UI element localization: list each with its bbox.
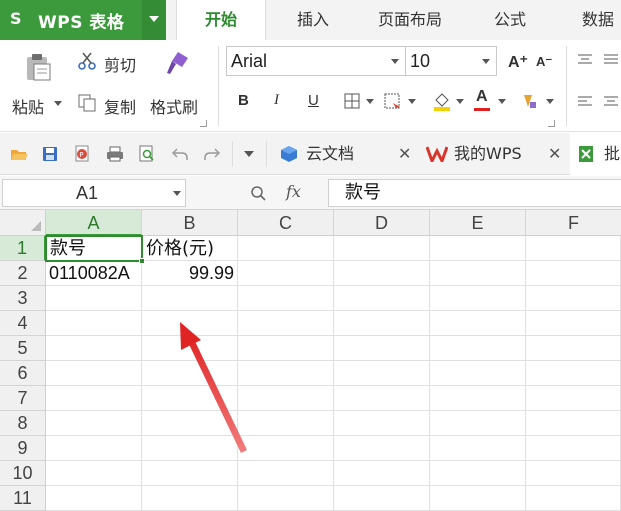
copy-button[interactable]: 复制 xyxy=(104,94,136,118)
scissors-icon xyxy=(78,52,96,70)
chevron-down-icon[interactable] xyxy=(366,99,374,105)
font-size-value: 10 xyxy=(410,51,431,71)
app-menu-button[interactable]: S WPS 表格 xyxy=(0,0,166,40)
bold-button[interactable]: B xyxy=(238,92,249,109)
clear-format-icon[interactable] xyxy=(518,92,538,110)
undo-icon[interactable] xyxy=(172,147,188,161)
tab-formula[interactable]: 公式 xyxy=(478,0,542,40)
font-dialog-launcher[interactable] xyxy=(548,120,555,127)
format-painter-button[interactable]: 格式刷 xyxy=(150,94,198,118)
open-folder-icon[interactable] xyxy=(10,147,28,161)
customize-toolbar-icon[interactable] xyxy=(244,151,254,158)
spreadsheet-grid: A B C D E F 1 2 3 4 5 6 7 8 9 10 11 款号 价… xyxy=(0,210,621,511)
toolbar-divider xyxy=(232,141,233,167)
app-menu-dropdown[interactable] xyxy=(142,0,166,40)
insert-function-button[interactable]: fx xyxy=(286,182,301,201)
app-name: WPS 表格 xyxy=(38,13,125,33)
svg-text:P: P xyxy=(79,151,83,159)
paste-button[interactable]: 粘贴 xyxy=(12,94,44,118)
chevron-down-icon[interactable] xyxy=(456,99,464,105)
chevron-down-icon xyxy=(149,16,159,22)
tab-data[interactable]: 数据 xyxy=(572,0,621,40)
chevron-down-icon[interactable] xyxy=(546,99,554,105)
ribbon-divider xyxy=(566,46,567,126)
clipboard-dialog-launcher[interactable] xyxy=(200,120,207,127)
print-icon[interactable] xyxy=(106,146,124,162)
save-icon[interactable] xyxy=(42,146,58,162)
quick-access-bar: P 云文档 ✕ 我的WPS ✕ 批 xyxy=(0,133,621,175)
tab-insert[interactable]: 插入 xyxy=(280,0,346,40)
close-icon[interactable]: ✕ xyxy=(548,133,561,175)
border-icon[interactable] xyxy=(344,93,360,109)
tab-home[interactable]: 开始 xyxy=(176,0,266,40)
font-name-value: Arial xyxy=(231,51,268,71)
italic-button[interactable]: I xyxy=(274,92,279,109)
export-pdf-icon[interactable]: P xyxy=(74,145,92,163)
formula-input[interactable]: 款号 xyxy=(328,179,621,207)
align-left-icon[interactable] xyxy=(578,96,592,106)
menu-bar: S WPS 表格 开始 插入 页面布局 公式 数据 xyxy=(0,0,621,40)
chevron-down-icon[interactable] xyxy=(408,99,416,105)
doc-tab-active-sheet[interactable]: 批 xyxy=(570,133,621,175)
fill-color-icon[interactable] xyxy=(432,90,452,112)
chevron-down-icon[interactable] xyxy=(54,101,62,107)
doc-tab-cloud[interactable]: 云文档 ✕ xyxy=(276,133,420,175)
chevron-down-icon[interactable] xyxy=(173,191,181,197)
align-top-icon[interactable] xyxy=(578,54,592,64)
chevron-down-icon xyxy=(482,59,490,64)
decrease-font-button[interactable]: A⁻ xyxy=(536,54,552,70)
align-center-icon[interactable] xyxy=(604,96,618,106)
close-icon[interactable]: ✕ xyxy=(398,133,411,175)
format-painter-icon xyxy=(167,52,188,74)
chevron-down-icon[interactable] xyxy=(498,99,506,105)
font-size-select[interactable]: 10 xyxy=(405,46,497,76)
align-middle-icon[interactable] xyxy=(604,54,618,64)
increase-font-button[interactable]: A⁺ xyxy=(508,52,528,72)
paste-icon[interactable] xyxy=(24,52,52,82)
ribbon-divider xyxy=(218,46,219,126)
spreadsheet-file-icon xyxy=(579,146,593,162)
print-preview-icon[interactable] xyxy=(138,145,156,163)
zoom-search-icon[interactable] xyxy=(250,185,266,201)
font-color-button[interactable]: A xyxy=(476,88,488,106)
ribbon: 粘贴 剪切 复制 格式刷 Arial 10 A⁺ A⁻ B I U A xyxy=(0,40,621,132)
cloud-docs-icon xyxy=(281,146,297,162)
merge-cells-icon[interactable] xyxy=(384,93,402,109)
doc-tab-label: 批 xyxy=(604,144,621,163)
underline-button[interactable]: U xyxy=(308,92,319,109)
redo-icon[interactable] xyxy=(204,147,220,161)
doc-tab-my-wps[interactable]: 我的WPS ✕ xyxy=(420,133,568,175)
cell-reference: A1 xyxy=(75,183,99,203)
chevron-down-icon xyxy=(391,59,399,64)
arrow-shaft xyxy=(186,335,247,453)
annotation-arrow xyxy=(180,322,247,453)
wps-w-icon xyxy=(426,146,448,162)
font-name-select[interactable]: Arial xyxy=(226,46,406,76)
copy-icon xyxy=(78,94,96,112)
cut-button[interactable]: 剪切 xyxy=(104,52,136,76)
wps-logo-icon: S xyxy=(10,9,22,28)
formula-bar: A1 fx 款号 xyxy=(0,176,621,210)
toolbar-divider xyxy=(266,141,267,167)
tab-page-layout[interactable]: 页面布局 xyxy=(366,0,454,40)
name-box[interactable]: A1 xyxy=(2,179,186,207)
font-color-swatch xyxy=(474,108,490,111)
doc-tab-label: 我的WPS xyxy=(454,144,522,163)
doc-tab-label: 云文档 xyxy=(306,144,355,163)
